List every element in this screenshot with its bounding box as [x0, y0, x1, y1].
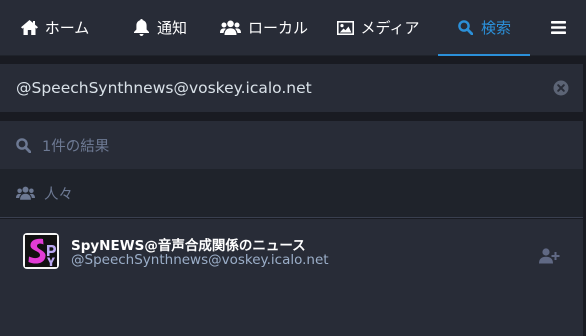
menu-button[interactable] [530, 0, 586, 55]
people-section-header: 人々 [0, 169, 583, 218]
account-result[interactable]: SpyNEWS@音声合成関係のニュース @SpeechSynthnews@vos… [0, 219, 583, 336]
search-input[interactable]: @SpeechSynthnews@voskey.icalo.net [0, 64, 583, 112]
bell-icon [133, 19, 151, 37]
tab-notifications-label: 通知 [156, 19, 187, 37]
search-input-value[interactable]: @SpeechSynthnews@voskey.icalo.net [16, 79, 551, 97]
tab-home[interactable]: ホーム [0, 0, 110, 55]
account-display-name[interactable]: SpyNEWS@音声合成関係のニュース [71, 234, 306, 254]
users-icon [16, 184, 36, 202]
results-count-header: 1件の結果 [0, 121, 583, 169]
tab-search-label: 検索 [480, 19, 511, 37]
app-window: ホーム 通知 ローカル メディア 検索 @SpeechSynthnews@vos… [0, 0, 586, 336]
tab-notifications[interactable]: 通知 [110, 0, 210, 55]
results-count-label: 1件の結果 [42, 138, 110, 155]
column-tab-bar: ホーム 通知 ローカル メディア 検索 [0, 0, 586, 56]
tab-media[interactable]: メディア [318, 0, 438, 55]
follow-user-icon[interactable] [538, 247, 560, 265]
clear-search-icon[interactable] [551, 78, 571, 98]
tab-search[interactable]: 検索 [438, 0, 530, 56]
avatar[interactable] [23, 233, 59, 269]
image-icon [337, 19, 355, 37]
tab-media-label: メディア [360, 19, 420, 37]
account-handle: @SpeechSynthnews@voskey.icalo.net [71, 252, 329, 268]
search-icon [16, 136, 34, 154]
people-section-label: 人々 [44, 186, 73, 203]
tab-local[interactable]: ローカル [210, 0, 318, 55]
users-icon [220, 19, 242, 37]
search-icon [457, 19, 475, 37]
tab-home-label: ホーム [44, 19, 90, 37]
tab-local-label: ローカル [247, 19, 308, 37]
home-icon [21, 19, 39, 37]
menu-icon [549, 19, 567, 37]
